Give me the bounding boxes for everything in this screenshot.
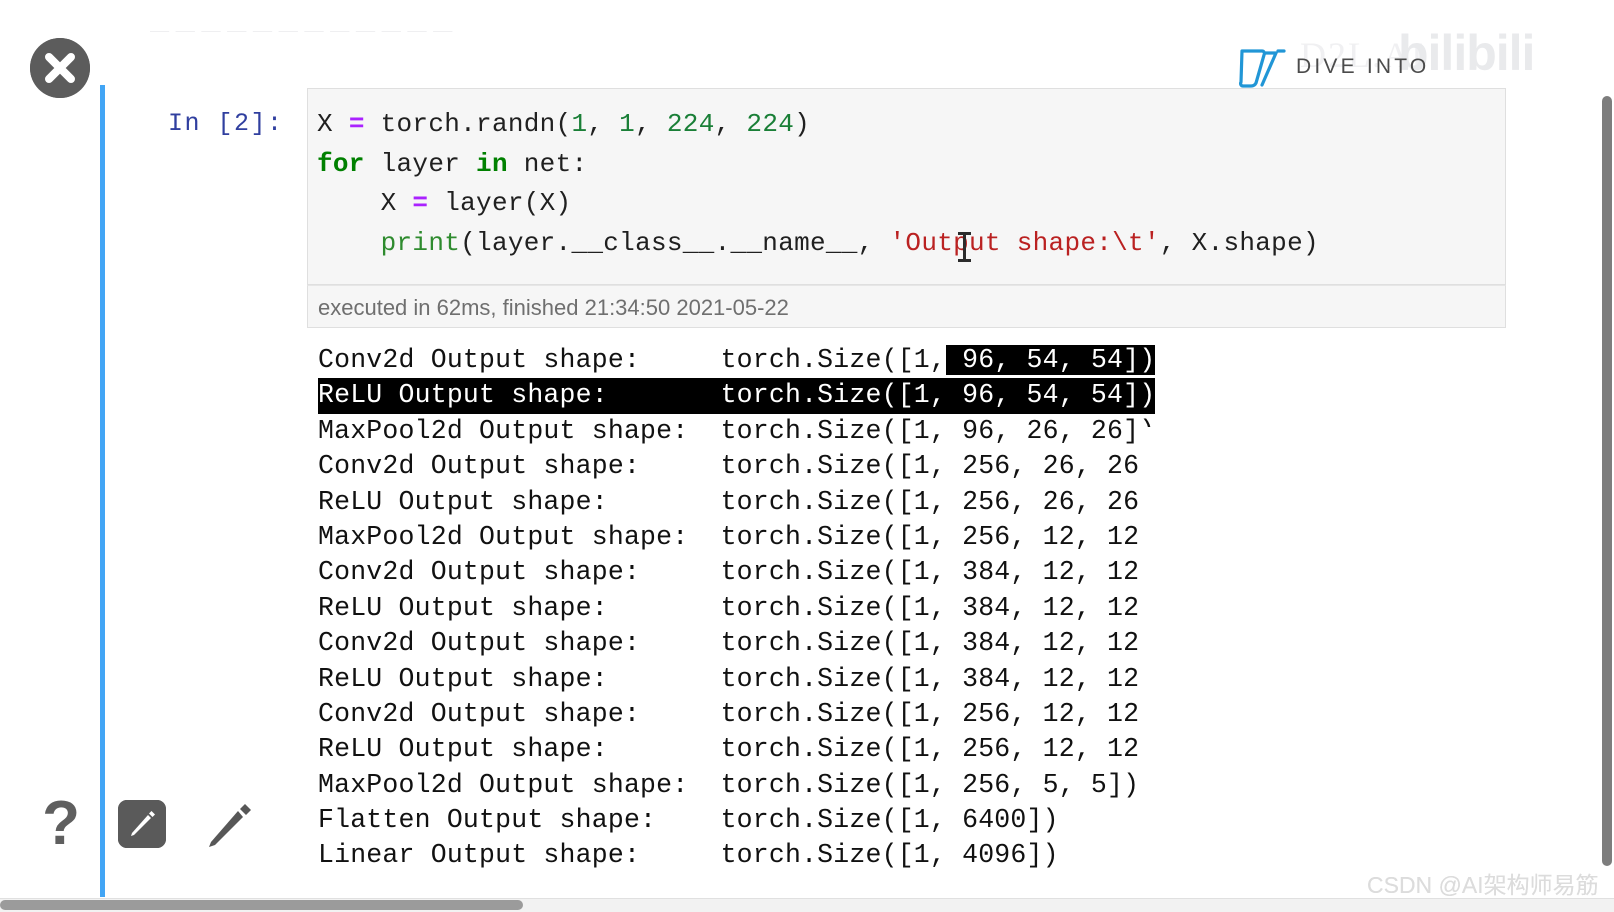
- code-token: 1: [571, 109, 588, 139]
- code-line: X = torch.randn(1, 1, 224, 224): [317, 105, 1319, 145]
- pencil-icon: [118, 800, 166, 848]
- input-prompt: In [2]:: [168, 109, 284, 138]
- horizontal-scrollbar-thumb[interactable]: [0, 900, 523, 910]
- output-line-text: MaxPool2d Output shape: torch.Size([1, 9…: [318, 415, 1156, 446]
- d2l-logo-watermark: DIVE INTO: [1238, 44, 1429, 90]
- output-line-text: Conv2d Output shape: torch.Size([1, 256,…: [318, 698, 1172, 729]
- d2l-logo-icon: [1239, 49, 1286, 88]
- help-button[interactable]: ?: [40, 793, 82, 855]
- csdn-watermark: CSDN @AI架构师易筋: [1367, 872, 1599, 898]
- code-token: 1: [619, 109, 636, 139]
- text-cursor: [958, 232, 971, 262]
- output-line-text: ReLU Output shape: torch.Size([1, 384, 1…: [318, 592, 1172, 623]
- clipped-text-strip: — — — — — — — — — — — —: [150, 20, 454, 41]
- code-cell-input[interactable]: X = torch.randn(1, 1, 224, 224) for layer…: [307, 88, 1506, 285]
- help-glyph: ?: [42, 789, 80, 858]
- code-token: 224: [746, 109, 795, 139]
- code-token: layer(X): [428, 188, 572, 218]
- selected-text: 96, 54, 54]): [946, 345, 1156, 375]
- code-token: layer: [364, 148, 477, 179]
- output-line: Conv2d Output shape: torch.Size([1, 96, …: [318, 343, 1508, 378]
- code-token: X: [317, 109, 349, 139]
- code-token: (layer.__class__.__name__,: [460, 227, 890, 258]
- selected-text: ReLU Output shape: torch.Size([1, 96, 54…: [318, 378, 1156, 414]
- screen-root: — — — — — — — — — — — — In [2]: X = torc…: [0, 0, 1614, 912]
- selected-cell-indicator: [100, 85, 105, 897]
- code-line: print(layer.__class__.__name__, 'Output …: [317, 224, 1319, 264]
- output-line-text: ReLU Output shape: torch.Size([1, 384, 1…: [318, 663, 1172, 694]
- output-line: ReLU Output shape: torch.Size([1, 96, 54…: [318, 378, 1508, 414]
- code-token: X: [317, 188, 413, 218]
- code-token: ,: [714, 109, 747, 139]
- vertical-scrollbar-thumb[interactable]: [1602, 96, 1612, 866]
- code-source[interactable]: X = torch.randn(1, 1, 224, 224) for layer…: [317, 105, 1319, 263]
- code-token: torch.randn(: [364, 109, 572, 139]
- close-icon: [30, 38, 90, 98]
- execution-status-text: executed in 62ms, finished 21:34:50 2021…: [318, 295, 789, 320]
- close-button[interactable]: [30, 38, 90, 98]
- code-token: ,: [635, 109, 667, 139]
- output-line-text: Linear Output shape: torch.Size([1, 4096…: [318, 840, 1059, 871]
- output-line-text: Conv2d Output shape: torch.Size([1, 256,…: [318, 451, 1172, 482]
- presenter-video-overlay[interactable]: CSDN @AI架构师易筋: [1139, 427, 1614, 912]
- output-line-text: MaxPool2d Output shape: torch.Size([1, 2…: [318, 769, 1140, 800]
- output-line-text: Conv2d Output shape: torch.Size([1,: [318, 345, 947, 375]
- output-line-text: MaxPool2d Output shape: torch.Size([1, 2…: [318, 521, 1172, 552]
- output-line-text: Flatten Output shape: torch.Size([1, 640…: [318, 805, 1059, 836]
- edit-pencil-button[interactable]: [118, 800, 166, 848]
- code-line: X = layer(X): [317, 184, 1319, 224]
- output-line-text: ReLU Output shape: torch.Size([1, 256, 2…: [318, 486, 1172, 517]
- execution-status-bar: executed in 62ms, finished 21:34:50 2021…: [307, 285, 1506, 328]
- pencil-outline-icon: [209, 804, 251, 847]
- code-token: in: [476, 148, 508, 179]
- code-token: print: [380, 227, 461, 258]
- d2l-logo-text: DIVE INTO: [1296, 55, 1430, 78]
- code-line: for layer in net:: [317, 145, 1319, 185]
- code-token: 'Output shape:\t': [889, 227, 1160, 258]
- output-line-text: Conv2d Output shape: torch.Size([1, 384,…: [318, 557, 1172, 588]
- code-token: , X.shape): [1159, 227, 1319, 258]
- code-token: for: [317, 148, 365, 179]
- code-token: =: [348, 109, 365, 139]
- code-token: net:: [507, 148, 588, 179]
- code-token: ): [794, 109, 811, 139]
- code-token: =: [412, 188, 429, 218]
- output-line-text: ReLU Output shape: torch.Size([1, 256, 1…: [318, 734, 1172, 765]
- code-token: ,: [587, 109, 620, 139]
- pip-background: [1139, 427, 1614, 912]
- annotate-pencil-icon-button[interactable]: [204, 798, 256, 850]
- output-line-text: Conv2d Output shape: torch.Size([1, 384,…: [318, 628, 1172, 659]
- code-token: 224: [666, 109, 715, 139]
